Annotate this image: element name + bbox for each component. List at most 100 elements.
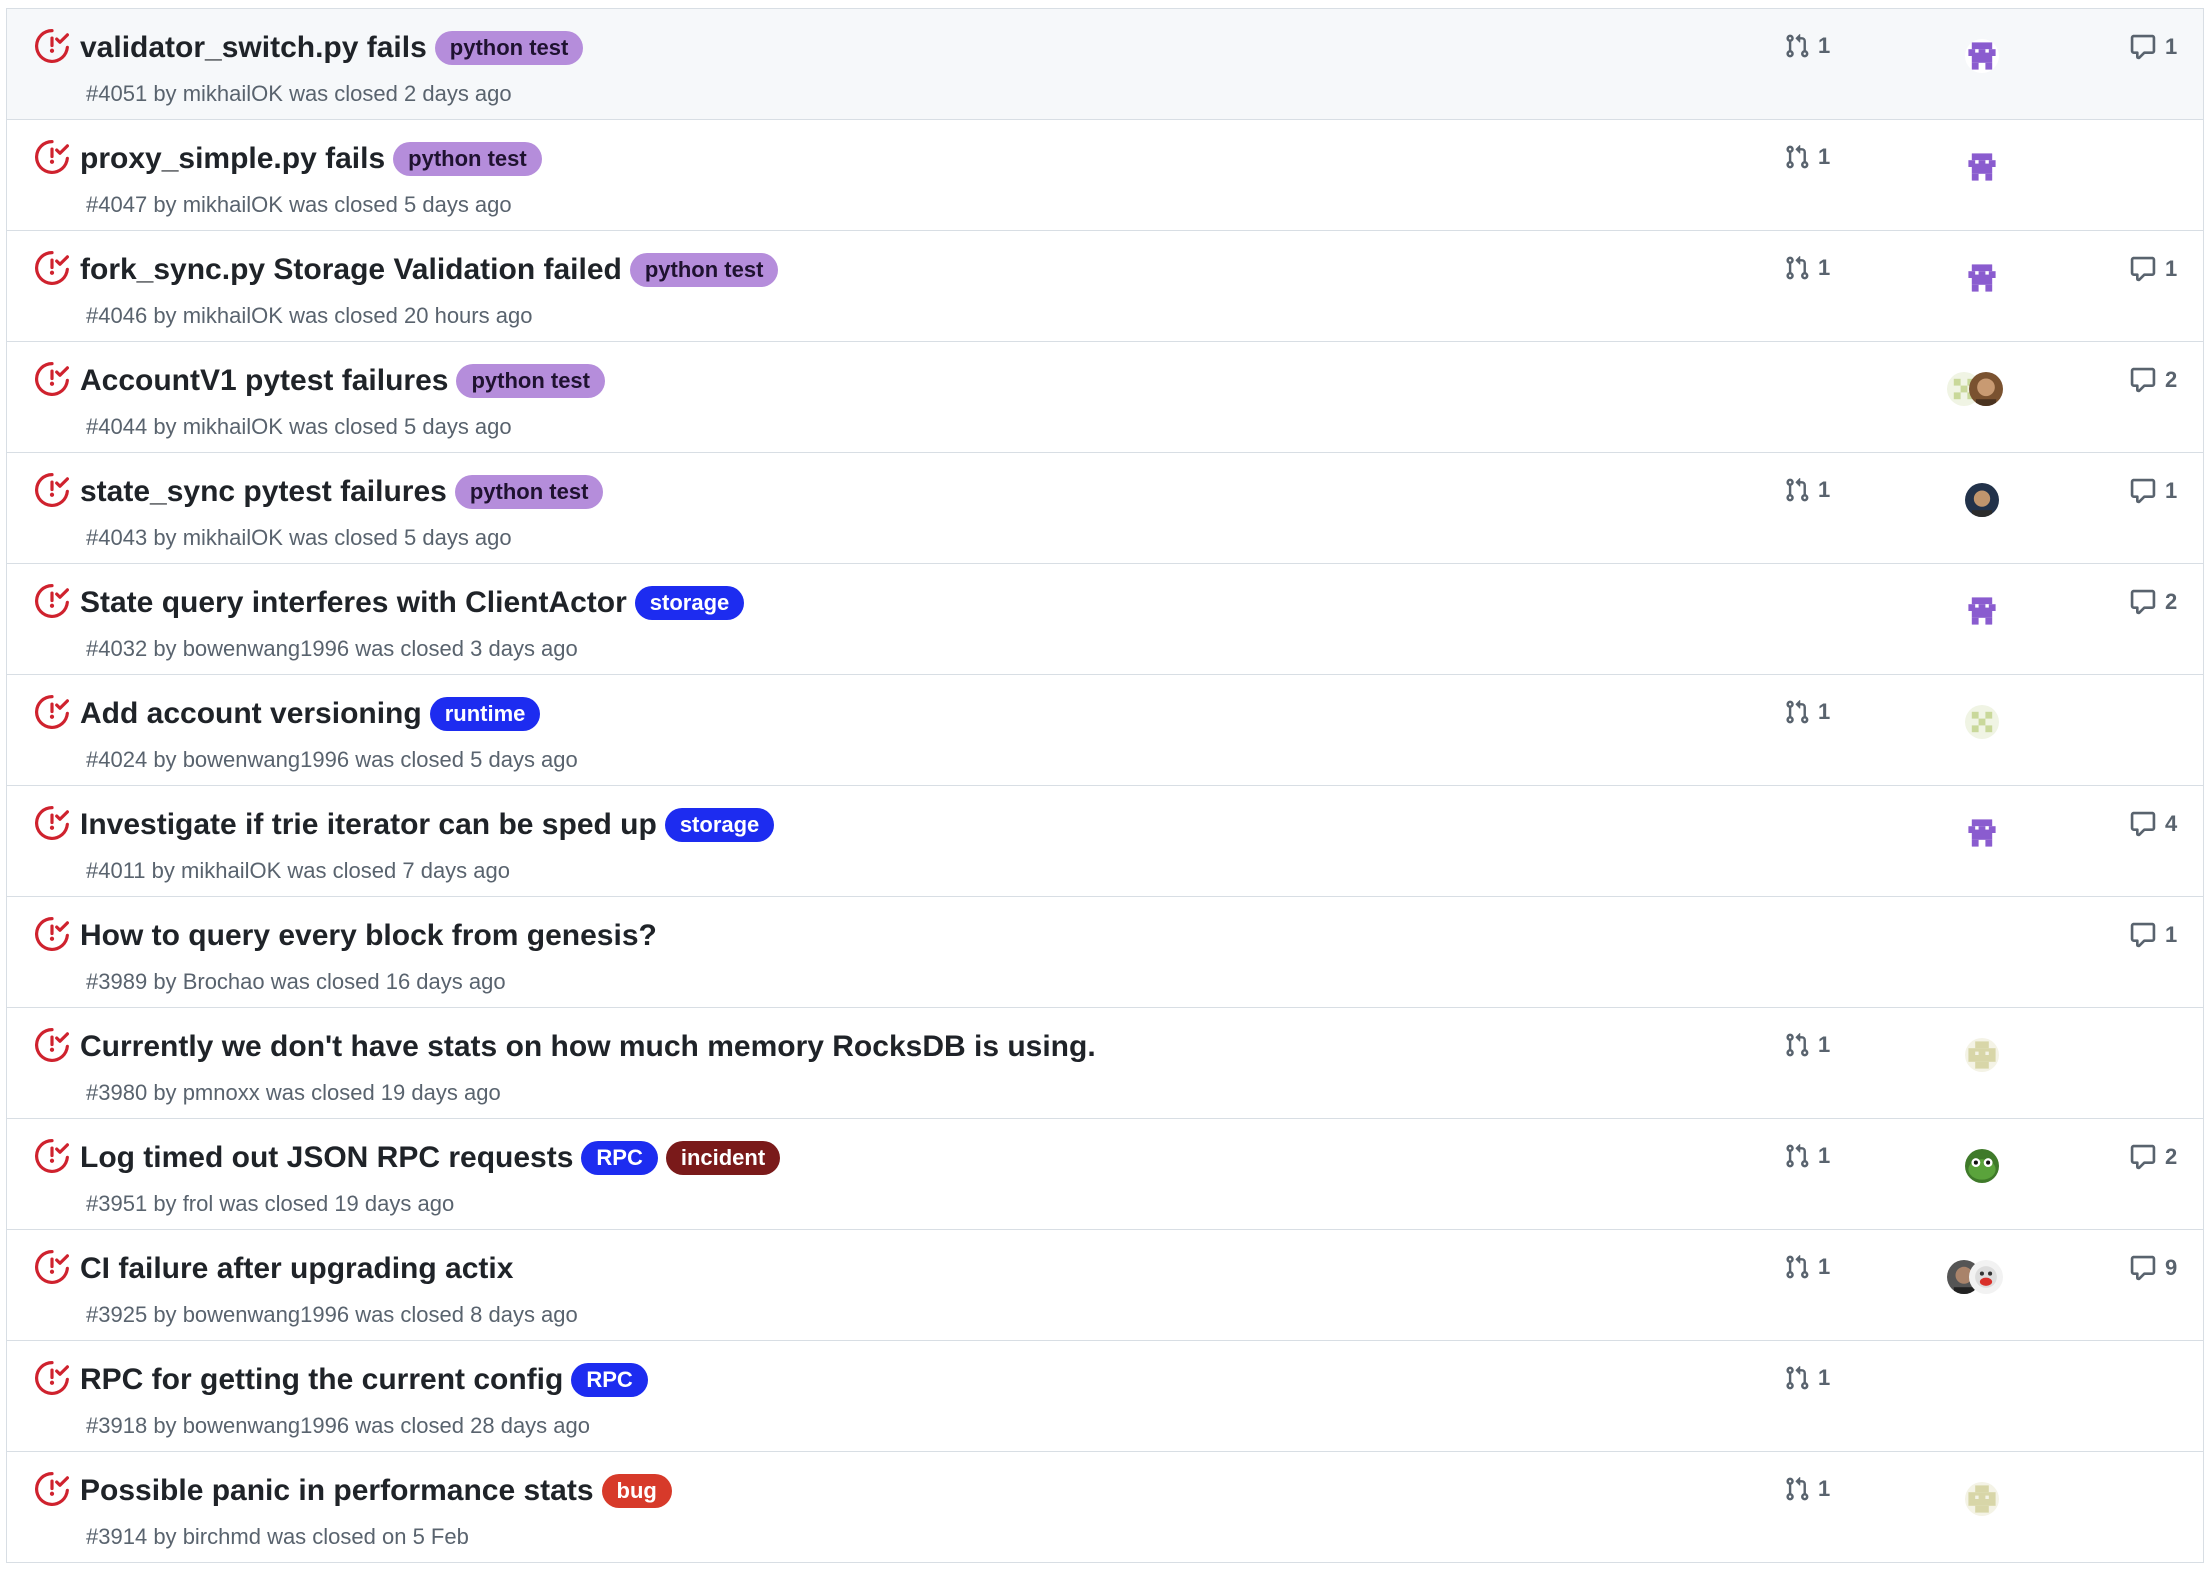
issue-label[interactable]: RPC (581, 1141, 658, 1175)
linked-pr[interactable]: 1 (1784, 255, 1830, 281)
issue-author-link[interactable]: mikhailOK (183, 81, 283, 106)
issue-title-link[interactable]: CI failure after upgrading actix (80, 1252, 513, 1286)
assignee-avatar[interactable] (1965, 261, 1999, 295)
linked-pr[interactable]: 1 (1784, 1365, 1830, 1391)
assignees[interactable] (1947, 1260, 2007, 1300)
issue-title-link[interactable]: Add account versioning (80, 697, 422, 731)
issue-label[interactable]: runtime (429, 697, 541, 731)
issue-row[interactable]: State query interferes with ClientActor … (7, 564, 2203, 675)
assignees[interactable] (1947, 261, 2007, 301)
linked-pr[interactable]: 1 (1784, 1143, 1830, 1169)
assignee-avatar[interactable] (1965, 816, 1999, 850)
assignees[interactable] (1947, 1482, 2007, 1522)
issue-author-link[interactable]: mikhailOK (183, 414, 283, 439)
assignees[interactable] (1947, 705, 2007, 745)
linked-pr[interactable]: 1 (1784, 1032, 1830, 1058)
issue-author-link[interactable]: bowenwang1996 (183, 1413, 349, 1438)
issue-title-link[interactable]: Investigate if trie iterator can be sped… (80, 808, 657, 842)
issue-label[interactable]: python test (629, 253, 779, 287)
assignee-avatar[interactable] (1965, 39, 1999, 73)
issue-row[interactable]: How to query every block from genesis? #… (7, 897, 2203, 1008)
issue-author-link[interactable]: mikhailOK (181, 858, 281, 883)
issue-title-link[interactable]: proxy_simple.py fails (80, 142, 385, 176)
issue-title-link[interactable]: validator_switch.py fails (80, 31, 427, 65)
comments-link[interactable]: 2 (2129, 588, 2177, 616)
comments-link[interactable]: 2 (2129, 1143, 2177, 1171)
issue-row[interactable]: Investigate if trie iterator can be sped… (7, 786, 2203, 897)
comments-link[interactable]: 1 (2129, 33, 2177, 61)
assignees[interactable] (1947, 594, 2007, 634)
assignee-avatar[interactable] (1969, 1260, 2003, 1294)
issue-author-link[interactable]: bowenwang1996 (183, 1302, 349, 1327)
comments-link[interactable]: 9 (2129, 1254, 2177, 1282)
assignees[interactable] (1947, 150, 2007, 190)
issue-label[interactable]: python test (434, 31, 584, 65)
comments-link[interactable]: 1 (2129, 477, 2177, 505)
comments-link[interactable]: 4 (2129, 810, 2177, 838)
assignee-avatar[interactable] (1969, 372, 2003, 406)
assignee-avatar[interactable] (1965, 594, 1999, 628)
issue-label[interactable]: incident (665, 1141, 781, 1175)
issue-title-link[interactable]: state_sync pytest failures (80, 475, 447, 509)
issue-number: #4051 (86, 81, 148, 106)
linked-pr[interactable]: 1 (1784, 144, 1830, 170)
issue-label[interactable]: RPC (571, 1363, 648, 1397)
issue-row[interactable]: AccountV1 pytest failures python test #4… (7, 342, 2203, 453)
issue-author-link[interactable]: birchmd (183, 1524, 261, 1549)
linked-pr[interactable]: 1 (1784, 33, 1830, 59)
assignee-avatar[interactable] (1965, 150, 1999, 184)
issue-author-link[interactable]: pmnoxx (183, 1080, 260, 1105)
assignees[interactable] (1947, 483, 2007, 523)
issue-author-link[interactable]: frol (183, 1191, 214, 1216)
issue-row[interactable]: fork_sync.py Storage Validation failed p… (7, 231, 2203, 342)
linked-pr[interactable]: 1 (1784, 1476, 1830, 1502)
assignee-avatar[interactable] (1965, 1149, 1999, 1183)
issue-row[interactable]: proxy_simple.py fails python test #4047 … (7, 120, 2203, 231)
comment-icon (2129, 810, 2165, 838)
comments-link[interactable]: 1 (2129, 921, 2177, 949)
issue-title-link[interactable]: fork_sync.py Storage Validation failed (80, 253, 622, 287)
issue-title-link[interactable]: State query interferes with ClientActor (80, 586, 627, 620)
issue-row[interactable]: CI failure after upgrading actix #3925 b… (7, 1230, 2203, 1341)
assignee-avatar[interactable] (1965, 1038, 1999, 1072)
issue-author-link[interactable]: Brochao (183, 969, 265, 994)
issue-label[interactable]: bug (601, 1474, 672, 1508)
issue-row[interactable]: RPC for getting the current config RPC #… (7, 1341, 2203, 1452)
assignee-avatar[interactable] (1965, 483, 1999, 517)
issue-label[interactable]: storage (634, 586, 745, 620)
linked-pr[interactable]: 1 (1784, 1254, 1830, 1280)
issue-row[interactable]: validator_switch.py fails python test #4… (7, 9, 2203, 120)
issue-label[interactable]: python test (393, 142, 542, 176)
issue-title-link[interactable]: How to query every block from genesis? (80, 919, 657, 953)
issue-author-link[interactable]: bowenwang1996 (183, 636, 349, 661)
assignees[interactable] (1947, 1149, 2007, 1189)
pull-request-icon (1784, 477, 1818, 503)
issue-author-link[interactable]: mikhailOK (183, 192, 283, 217)
comments-link[interactable]: 1 (2129, 255, 2177, 283)
issue-title-link[interactable]: Currently we don't have stats on how muc… (80, 1030, 1096, 1064)
issue-row[interactable]: Possible panic in performance stats bug … (7, 1452, 2203, 1563)
issue-author-link[interactable]: mikhailOK (183, 525, 283, 550)
issue-row[interactable]: Add account versioning runtime #4024 by … (7, 675, 2203, 786)
assignees[interactable] (1947, 39, 2007, 79)
assignee-avatar[interactable] (1965, 705, 1999, 739)
issue-row[interactable]: Currently we don't have stats on how muc… (7, 1008, 2203, 1119)
issue-title-link[interactable]: Possible panic in performance stats (80, 1474, 594, 1508)
issue-title-link[interactable]: RPC for getting the current config (80, 1363, 563, 1397)
assignees[interactable] (1947, 1038, 2007, 1078)
issue-label[interactable]: storage (664, 808, 775, 842)
issue-title-link[interactable]: Log timed out JSON RPC requests (80, 1141, 573, 1175)
comments-link[interactable]: 2 (2129, 366, 2177, 394)
issue-title-link[interactable]: AccountV1 pytest failures (80, 364, 448, 398)
issue-author-link[interactable]: bowenwang1996 (183, 747, 349, 772)
assignees[interactable] (1947, 372, 2007, 412)
issue-label[interactable]: python test (456, 364, 605, 398)
linked-pr[interactable]: 1 (1784, 477, 1830, 503)
issue-row[interactable]: state_sync pytest failures python test #… (7, 453, 2203, 564)
linked-pr[interactable]: 1 (1784, 699, 1830, 725)
issue-row[interactable]: Log timed out JSON RPC requests RPC incid… (7, 1119, 2203, 1230)
assignee-avatar[interactable] (1965, 1482, 1999, 1516)
issue-author-link[interactable]: mikhailOK (183, 303, 283, 328)
assignees[interactable] (1947, 816, 2007, 856)
issue-label[interactable]: python test (454, 475, 604, 509)
